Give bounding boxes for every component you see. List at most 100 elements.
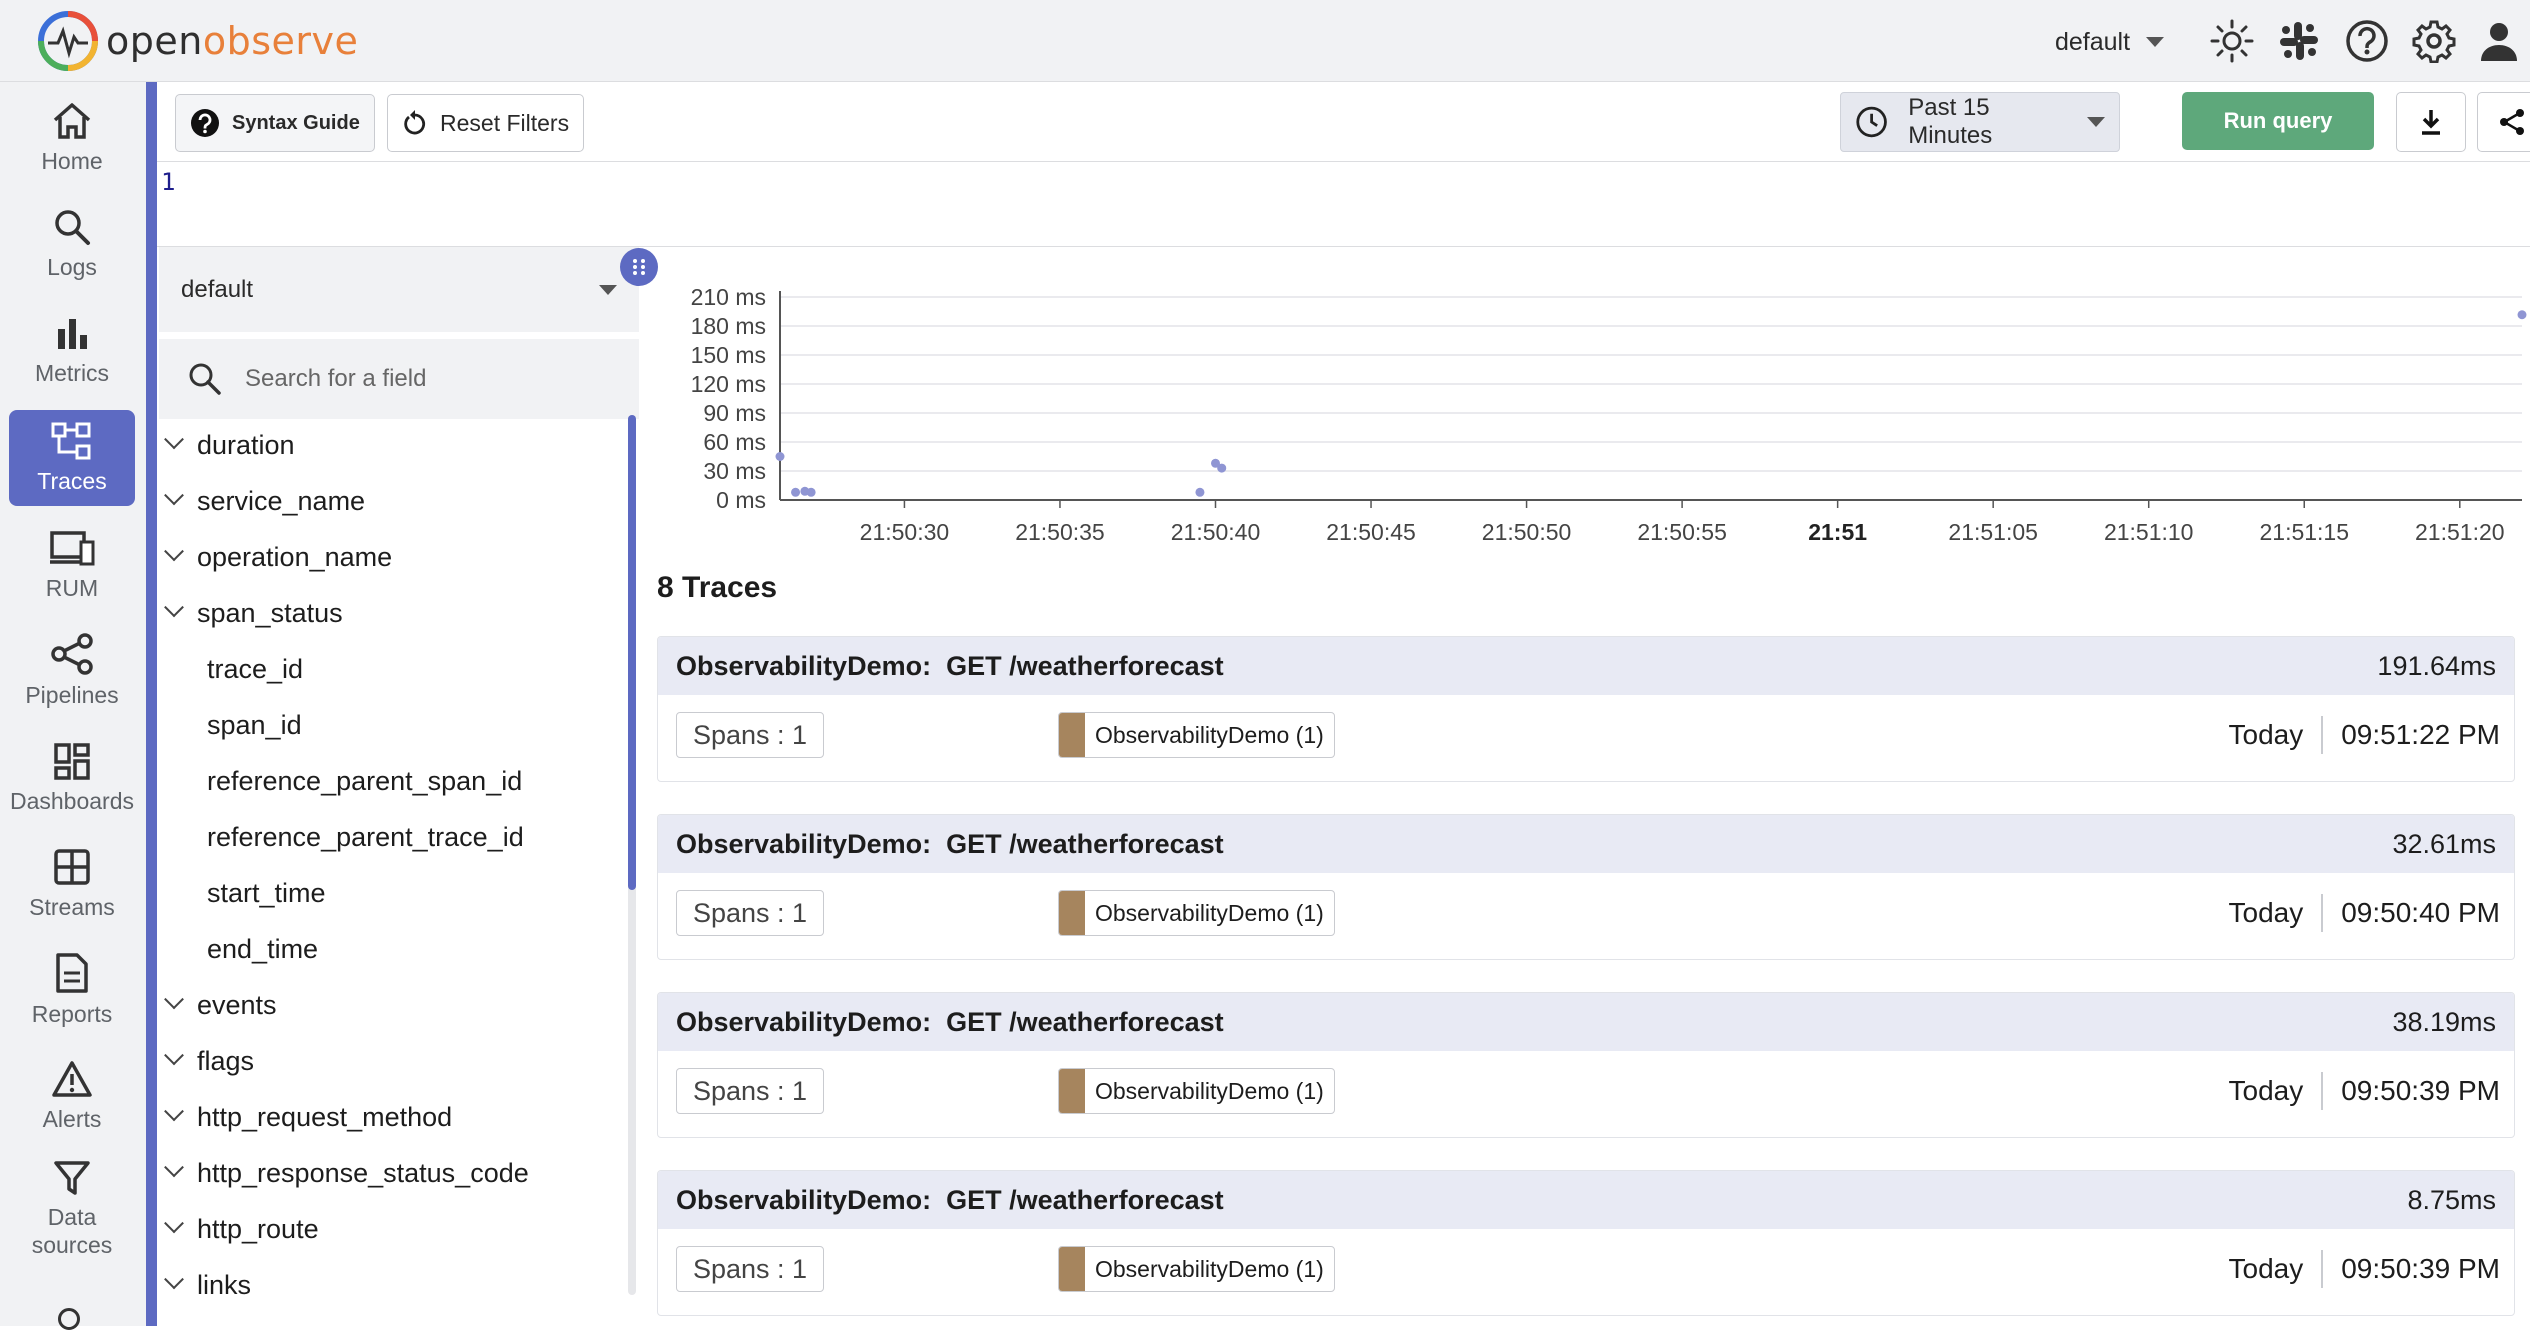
syntax-guide-label: Syntax Guide <box>232 111 360 134</box>
chevron-down-icon[interactable] <box>164 1045 184 1066</box>
alert-triangle-icon <box>52 1061 92 1097</box>
nav-home[interactable]: Home <box>9 90 135 186</box>
openobserve-logo[interactable]: openobserve <box>36 8 358 74</box>
user-profile-icon[interactable] <box>2474 16 2524 66</box>
field-item-label: http_route <box>197 1213 319 1244</box>
chevron-down-icon[interactable] <box>164 541 184 562</box>
x-tick-label: 21:50:30 <box>860 519 950 545</box>
drag-dots-icon <box>633 259 645 275</box>
trace-day: Today <box>2228 719 2304 750</box>
chevron-down-icon[interactable] <box>164 1269 184 1290</box>
query-editor[interactable]: 1 <box>157 162 2530 247</box>
nav-logs-label: Logs <box>47 254 97 280</box>
chevron-down-icon[interactable] <box>164 989 184 1010</box>
field-item[interactable]: flags <box>164 1041 254 1081</box>
y-tick-label: 180 ms <box>691 313 766 339</box>
slack-icon[interactable] <box>2274 16 2324 66</box>
nav-logs[interactable]: Logs <box>9 196 135 292</box>
trace-card-header[interactable]: ObservabilityDemo: GET /weatherforecast 3… <box>658 993 2514 1051</box>
syntax-guide-button[interactable]: Syntax Guide <box>175 94 375 152</box>
x-tick-label: 21:51:05 <box>1948 519 2038 545</box>
x-tick-label: 21:51:10 <box>2104 519 2194 545</box>
stream-selector[interactable]: default <box>159 247 639 332</box>
nav-dashboards[interactable]: Dashboards <box>9 730 135 826</box>
service-chip-label: ObservabilityDemo (1) <box>1095 1077 1324 1104</box>
chevron-down-icon[interactable] <box>164 597 184 618</box>
trace-duration: 191.64ms <box>2377 650 2496 681</box>
chevron-down-icon[interactable] <box>164 1213 184 1234</box>
search-icon <box>189 363 221 395</box>
logo-text-accent: observe <box>202 19 359 63</box>
field-item[interactable]: operation_name <box>164 537 392 577</box>
service-color-swatch <box>1059 1069 1085 1113</box>
nav-metrics-label: Metrics <box>34 360 110 386</box>
field-item[interactable]: start_time <box>207 873 326 913</box>
share-icon <box>2500 109 2524 135</box>
field-item[interactable]: duration <box>164 425 295 465</box>
x-tick-label: 21:50:55 <box>1637 519 1727 545</box>
field-item[interactable]: service_name <box>164 481 365 521</box>
search-icon <box>55 210 90 245</box>
field-item[interactable]: http_route <box>164 1209 319 1249</box>
chevron-down-icon[interactable] <box>164 429 184 450</box>
divider <box>2321 894 2324 932</box>
more-nav-icon[interactable] <box>58 1308 80 1330</box>
field-item[interactable]: end_time <box>207 929 318 969</box>
field-item[interactable]: span_status <box>164 593 343 633</box>
nav-alerts[interactable]: Alerts <box>9 1048 135 1144</box>
field-list-scrollbar[interactable] <box>628 415 636 1295</box>
reset-filters-button[interactable]: Reset Filters <box>387 94 585 152</box>
traces-icon <box>51 422 91 460</box>
nav-traces-label: Traces <box>37 468 107 494</box>
help-circle-icon <box>191 109 219 137</box>
run-query-button[interactable]: Run query <box>2182 92 2374 150</box>
trace-card[interactable]: ObservabilityDemo: GET /weatherforecast 3… <box>657 992 2515 1138</box>
trace-card-header[interactable]: ObservabilityDemo: GET /weatherforecast 8… <box>658 1171 2514 1229</box>
settings-gear-icon[interactable] <box>2409 16 2459 66</box>
date-time-range-picker[interactable]: Past 15 Minutes <box>1840 92 2120 152</box>
help-icon[interactable] <box>2342 16 2392 66</box>
nav-data-sources[interactable]: Data sources <box>9 1154 135 1264</box>
field-search-input[interactable]: Search for a field <box>159 339 639 419</box>
chevron-down-icon[interactable] <box>164 485 184 506</box>
home-icon <box>53 103 91 139</box>
trace-card-header[interactable]: ObservabilityDemo: GET /weatherforecast 1… <box>658 637 2514 695</box>
nav-pipelines[interactable]: Pipelines <box>9 623 135 719</box>
nav-alerts-label: Alerts <box>42 1106 102 1132</box>
spans-count-badge: Spans : 1 <box>676 890 825 936</box>
streams-grid-icon <box>54 849 90 885</box>
download-button[interactable] <box>2396 92 2466 152</box>
chart-data-point <box>791 487 801 497</box>
trace-day: Today <box>2228 897 2304 928</box>
caret-down-icon <box>2087 117 2105 127</box>
field-item[interactable]: reference_parent_trace_id <box>207 817 524 857</box>
theme-toggle-sun-icon[interactable] <box>2207 16 2257 66</box>
field-item[interactable]: span_id <box>207 705 302 745</box>
trace-card[interactable]: ObservabilityDemo: GET /weatherforecast 8… <box>657 1170 2515 1316</box>
trace-card[interactable]: ObservabilityDemo: GET /weatherforecast 3… <box>657 814 2515 960</box>
field-item-label: http_response_status_code <box>197 1157 529 1188</box>
field-item[interactable]: links <box>164 1265 251 1305</box>
field-item[interactable]: http_response_status_code <box>164 1153 529 1193</box>
field-item[interactable]: reference_parent_span_id <box>207 761 522 801</box>
org-selector[interactable]: default <box>2055 22 2165 62</box>
trace-day: Today <box>2228 1253 2304 1284</box>
service-color-swatch <box>1059 1247 1085 1291</box>
chevron-down-icon[interactable] <box>164 1101 184 1122</box>
scrollbar-thumb[interactable] <box>628 415 636 890</box>
nav-traces[interactable]: Traces <box>9 410 135 506</box>
field-item[interactable]: http_request_method <box>164 1097 452 1137</box>
nav-rum[interactable]: RUM <box>9 517 135 613</box>
trace-card[interactable]: ObservabilityDemo: GET /weatherforecast 1… <box>657 636 2515 782</box>
nav-dashboards-label: Dashboards <box>9 788 135 814</box>
field-item[interactable]: trace_id <box>207 649 303 689</box>
run-query-label: Run query <box>2223 108 2333 133</box>
nav-metrics[interactable]: Metrics <box>9 302 135 398</box>
nav-streams[interactable]: Streams <box>9 836 135 932</box>
share-button[interactable] <box>2477 92 2530 152</box>
field-item[interactable]: events <box>164 985 277 1025</box>
chevron-down-icon[interactable] <box>164 1157 184 1178</box>
nav-reports[interactable]: Reports <box>9 942 135 1038</box>
y-tick-label: 90 ms <box>703 400 766 426</box>
trace-card-header[interactable]: ObservabilityDemo: GET /weatherforecast 3… <box>658 815 2514 873</box>
